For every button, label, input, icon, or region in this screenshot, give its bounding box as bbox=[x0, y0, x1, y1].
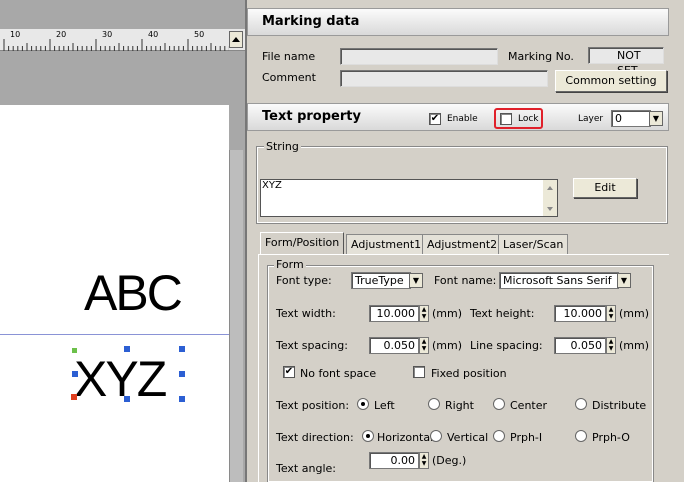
text-position-center-label: Center bbox=[510, 399, 548, 412]
chevron-down-icon[interactable]: ▼ bbox=[617, 273, 631, 288]
text-angle-input[interactable]: 0.00 bbox=[369, 452, 419, 469]
layer-label: Layer bbox=[578, 114, 604, 124]
canvas-text-abc[interactable]: ABC bbox=[84, 268, 183, 318]
file-name-label: File name bbox=[262, 50, 316, 63]
enable-checkbox[interactable]: ✔ bbox=[429, 113, 441, 125]
text-direction-vertical-label: Vertical bbox=[447, 431, 489, 444]
fixed-position-checkbox[interactable] bbox=[413, 366, 425, 378]
string-group-label: String bbox=[264, 140, 301, 153]
text-position-left-radio[interactable] bbox=[357, 398, 369, 410]
form-group-label: Form bbox=[274, 258, 306, 271]
marking-no-label: Marking No. bbox=[508, 50, 574, 63]
tab-adjustment2[interactable]: Adjustment2 bbox=[422, 234, 503, 254]
ruler-label-50: 50 bbox=[194, 30, 205, 39]
tab-adjustment1[interactable]: Adjustment1 bbox=[346, 234, 427, 254]
tab-laser-scan[interactable]: Laser/Scan bbox=[498, 234, 569, 254]
lock-label: Lock bbox=[518, 114, 539, 124]
line-spacing-input[interactable]: 0.050 bbox=[554, 337, 606, 354]
line-spacing-spinner[interactable]: ▲ ▼ bbox=[606, 337, 616, 354]
no-font-space-checkbox[interactable]: ✔ bbox=[283, 366, 295, 378]
text-spacing-label: Text spacing: bbox=[276, 339, 348, 352]
text-width-input[interactable]: 10.000 bbox=[369, 305, 419, 322]
font-name-label: Font name: bbox=[434, 274, 497, 287]
comment-field[interactable] bbox=[340, 70, 548, 87]
selection-handle-top-middle[interactable] bbox=[124, 346, 130, 352]
vertical-scrollbar[interactable] bbox=[229, 150, 243, 482]
text-position-label: Text position: bbox=[276, 399, 350, 412]
scroll-arrows-icon bbox=[547, 186, 553, 211]
line-spacing-label: Line spacing: bbox=[470, 339, 543, 352]
text-direction-horizontal-radio[interactable] bbox=[362, 430, 374, 442]
text-position-right-radio[interactable] bbox=[428, 398, 440, 410]
string-textarea[interactable]: XYZ bbox=[260, 179, 558, 217]
mm-unit: (mm) bbox=[619, 307, 650, 320]
ruler-label-30: 30 bbox=[102, 30, 113, 39]
text-direction-horizontal-label: Horizontal bbox=[377, 431, 434, 444]
text-spacing-input[interactable]: 0.050 bbox=[369, 337, 419, 354]
horizontal-ruler: 10 20 30 40 50 bbox=[0, 29, 245, 51]
ruler-label-10: 10 bbox=[10, 30, 21, 39]
file-name-field[interactable] bbox=[340, 48, 498, 65]
text-direction-label: Text direction: bbox=[276, 431, 354, 444]
font-type-label: Font type: bbox=[276, 274, 332, 287]
canvas-top-bar bbox=[0, 0, 245, 29]
ruler-label-40: 40 bbox=[148, 30, 159, 39]
text-width-label: Text width: bbox=[276, 307, 336, 320]
chevron-down-icon[interactable]: ▼ bbox=[649, 111, 663, 126]
text-position-right-label: Right bbox=[445, 399, 474, 412]
edit-button[interactable]: Edit bbox=[573, 178, 637, 198]
comment-label: Comment bbox=[262, 71, 316, 84]
text-height-input[interactable]: 10.000 bbox=[554, 305, 606, 322]
selection-handle-bottom-left[interactable] bbox=[71, 394, 77, 400]
mm-unit: (mm) bbox=[619, 339, 650, 352]
text-width-spinner[interactable]: ▲ ▼ bbox=[419, 305, 429, 322]
canvas-text-xyz[interactable]: XYZ bbox=[74, 354, 167, 404]
selection-handle-bottom-middle[interactable] bbox=[124, 396, 130, 402]
text-direction-vertical-radio[interactable] bbox=[430, 430, 442, 442]
guide-line bbox=[0, 334, 229, 335]
mm-unit: (mm) bbox=[432, 307, 463, 320]
text-angle-spinner[interactable]: ▲ ▼ bbox=[419, 452, 429, 469]
enable-label: Enable bbox=[447, 114, 478, 124]
tab-form-position[interactable]: Form/Position bbox=[260, 232, 345, 255]
text-position-left-label: Left bbox=[374, 399, 395, 412]
chevron-down-icon[interactable]: ▼ bbox=[409, 273, 423, 288]
scroll-up-button[interactable] bbox=[229, 31, 243, 48]
common-setting-button[interactable]: Common setting bbox=[555, 70, 667, 92]
text-direction-prph-i-label: Prph-I bbox=[510, 431, 543, 444]
text-direction-prph-o-label: Prph-O bbox=[592, 431, 630, 444]
selection-handle-origin[interactable] bbox=[72, 348, 77, 353]
text-direction-prph-o-radio[interactable] bbox=[575, 430, 587, 442]
text-spacing-spinner[interactable]: ▲ ▼ bbox=[419, 337, 429, 354]
marking-no-field: NOT SET bbox=[588, 47, 664, 77]
marking-data-header: Marking data bbox=[247, 8, 669, 36]
deg-unit: (Deg.) bbox=[432, 454, 467, 467]
text-angle-label: Text angle: bbox=[276, 462, 336, 475]
lock-checkbox[interactable] bbox=[500, 113, 512, 125]
selection-handle-bottom-right[interactable] bbox=[179, 396, 185, 402]
triangle-up-icon bbox=[232, 37, 240, 42]
selection-handle-middle-left[interactable] bbox=[72, 371, 78, 377]
string-scrollbar[interactable] bbox=[543, 180, 557, 216]
no-font-space-label: No font space bbox=[300, 367, 377, 380]
text-height-spinner[interactable]: ▲ ▼ bbox=[606, 305, 616, 322]
fixed-position-label: Fixed position bbox=[431, 367, 507, 380]
selection-handle-middle-right[interactable] bbox=[179, 371, 185, 377]
text-height-label: Text height: bbox=[470, 307, 535, 320]
layer-select[interactable]: 0 bbox=[611, 110, 651, 127]
ruler-label-20: 20 bbox=[56, 30, 67, 39]
text-position-distribute-label: Distribute bbox=[592, 399, 647, 412]
text-direction-prph-i-radio[interactable] bbox=[493, 430, 505, 442]
string-value: XYZ bbox=[262, 180, 282, 191]
text-position-center-radio[interactable] bbox=[493, 398, 505, 410]
font-name-select[interactable]: Microsoft Sans Serif bbox=[499, 272, 619, 289]
selection-handle-top-right[interactable] bbox=[179, 346, 185, 352]
font-type-select[interactable]: TrueType bbox=[351, 272, 411, 289]
text-position-distribute-radio[interactable] bbox=[575, 398, 587, 410]
mm-unit: (mm) bbox=[432, 339, 463, 352]
